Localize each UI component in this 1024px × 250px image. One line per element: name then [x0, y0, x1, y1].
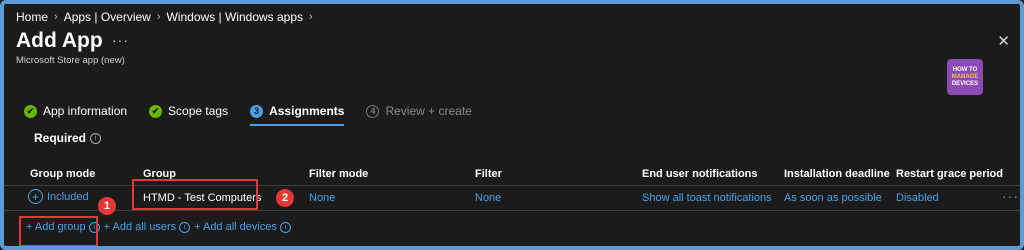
tab-app-information[interactable]: ✔ App information	[24, 100, 127, 122]
breadcrumb-home[interactable]: Home	[16, 10, 48, 24]
logo-text-line3: DEVICES	[951, 80, 979, 87]
restart-link[interactable]: Disabled	[896, 192, 939, 204]
tab-label: App information	[43, 104, 128, 118]
add-all-users-link[interactable]: + Add all users i	[103, 221, 191, 233]
app-window: Home › Apps | Overview › Windows | Windo…	[0, 0, 1024, 250]
info-icon: i	[279, 221, 291, 233]
logo-text-line2: MANAGE	[951, 73, 979, 80]
chevron-right-icon: ›	[309, 11, 313, 23]
more-options-icon[interactable]: ···	[112, 32, 129, 48]
column-header-filter-mode: Filter mode	[309, 168, 369, 180]
breadcrumb-windows-apps[interactable]: Windows | Windows apps	[167, 10, 304, 24]
highlight-box-add-group	[19, 216, 98, 246]
tab-label: Review + create	[385, 104, 472, 118]
column-header-notifications: End user notifications	[642, 168, 758, 180]
section-required: Required i	[34, 131, 102, 145]
logo: HOW TO MANAGE DEVICES	[947, 59, 983, 95]
checkmark-icon: ✔	[149, 104, 163, 118]
step-number-icon: 4	[366, 104, 380, 118]
tab-review-create[interactable]: 4 Review + create	[366, 100, 472, 122]
add-all-users-label: + Add all users	[103, 221, 177, 233]
page-subtitle: Microsoft Store app (new)	[16, 55, 125, 66]
tab-label: Assignments	[269, 104, 345, 118]
tab-scope-tags[interactable]: ✔ Scope tags	[149, 100, 228, 122]
chevron-right-icon: ›	[54, 11, 58, 23]
breadcrumb: Home › Apps | Overview › Windows | Windo…	[16, 10, 313, 24]
info-icon[interactable]: i	[90, 132, 102, 144]
plus-circle-icon: +	[28, 189, 43, 204]
row-more-icon[interactable]: ···	[1002, 188, 1019, 204]
column-header-group-mode: Group mode	[30, 168, 96, 180]
notifications-link[interactable]: Show all toast notifications	[642, 192, 772, 204]
step-number-icon: 3	[250, 104, 264, 118]
annotation-badge-1: 1	[98, 197, 116, 215]
chevron-right-icon: ›	[156, 11, 161, 23]
annotation-badge-2: 2	[276, 189, 294, 207]
info-icon: i	[179, 221, 191, 233]
breadcrumb-apps-overview[interactable]: Apps | Overview	[64, 10, 151, 24]
checkmark-icon: ✔	[24, 104, 37, 118]
highlight-box-group	[132, 179, 258, 210]
page-title: Add App	[16, 29, 103, 52]
tab-assignments[interactable]: 3 Assignments	[250, 100, 345, 126]
group-mode-value: Included	[47, 190, 89, 203]
tab-label: Scope tags	[168, 104, 229, 118]
close-icon[interactable]: ✕	[997, 32, 1010, 50]
logo-text-line1: HOW TO	[952, 66, 978, 73]
group-mode-cell[interactable]: + Included	[28, 189, 89, 204]
wizard-tabs: ✔ App information ✔ Scope tags 3 Assignm…	[24, 100, 494, 126]
column-header-filter: Filter	[475, 168, 502, 180]
column-header-deadline: Installation deadline	[784, 168, 890, 180]
add-all-devices-label: + Add all devices	[194, 221, 277, 233]
deadline-link[interactable]: As soon as possible	[784, 192, 882, 204]
column-header-restart: Restart grace period	[896, 168, 1003, 180]
filter-link[interactable]: None	[475, 192, 501, 204]
filter-mode-link[interactable]: None	[309, 192, 335, 204]
add-all-devices-link[interactable]: + Add all devices i	[194, 221, 291, 233]
section-label: Required	[34, 131, 87, 145]
